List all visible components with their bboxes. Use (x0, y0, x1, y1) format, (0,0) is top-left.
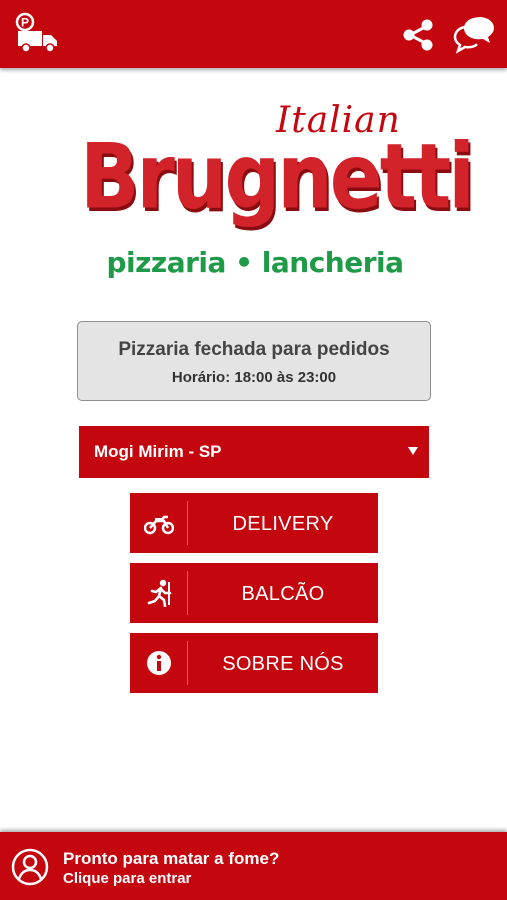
logo-brand-text: Brugnetti (80, 126, 475, 230)
share-icon[interactable] (400, 17, 436, 53)
delivery-button-label: DELIVERY (232, 513, 334, 535)
sobre-nos-button-label: SOBRE NÓS (222, 653, 344, 675)
balcao-button[interactable]: BALCÃO (130, 563, 378, 623)
city-select-value: Mogi Mirim - SP (94, 442, 222, 461)
walking-person-icon (147, 579, 172, 607)
dropdown-caret-icon (408, 447, 418, 455)
login-footer-bar[interactable]: Pronto para matar a fome? Clique para en… (0, 832, 507, 900)
store-hours: Horário: 18:00 às 23:00 (171, 369, 337, 386)
store-status-box: Pizzaria fechada para pedidos Horário: 1… (77, 321, 431, 401)
footer-subline: Clique para entrar (63, 870, 192, 887)
sobre-nos-button[interactable]: SOBRE NÓS (130, 633, 378, 693)
top-app-bar: P (0, 0, 507, 68)
footer-headline: Pronto para matar a fome? (63, 849, 280, 868)
brugnetti-logo: Italian Brugnetti pizzaria • lancheria (80, 100, 475, 290)
balcao-button-label: BALCÃO (241, 583, 325, 605)
city-select[interactable]: Mogi Mirim - SP (79, 426, 429, 478)
delivery-button[interactable]: DELIVERY (130, 493, 378, 553)
svg-text:P: P (21, 16, 29, 30)
store-status-title: Pizzaria fechada para pedidos (118, 339, 390, 360)
motorcycle-icon (144, 515, 174, 535)
chat-icon[interactable] (453, 14, 497, 54)
user-avatar-icon (11, 848, 49, 886)
info-icon (147, 651, 171, 675)
delivery-truck-icon[interactable]: P (14, 12, 60, 54)
logo-tagline: pizzaria • lancheria (106, 246, 404, 279)
